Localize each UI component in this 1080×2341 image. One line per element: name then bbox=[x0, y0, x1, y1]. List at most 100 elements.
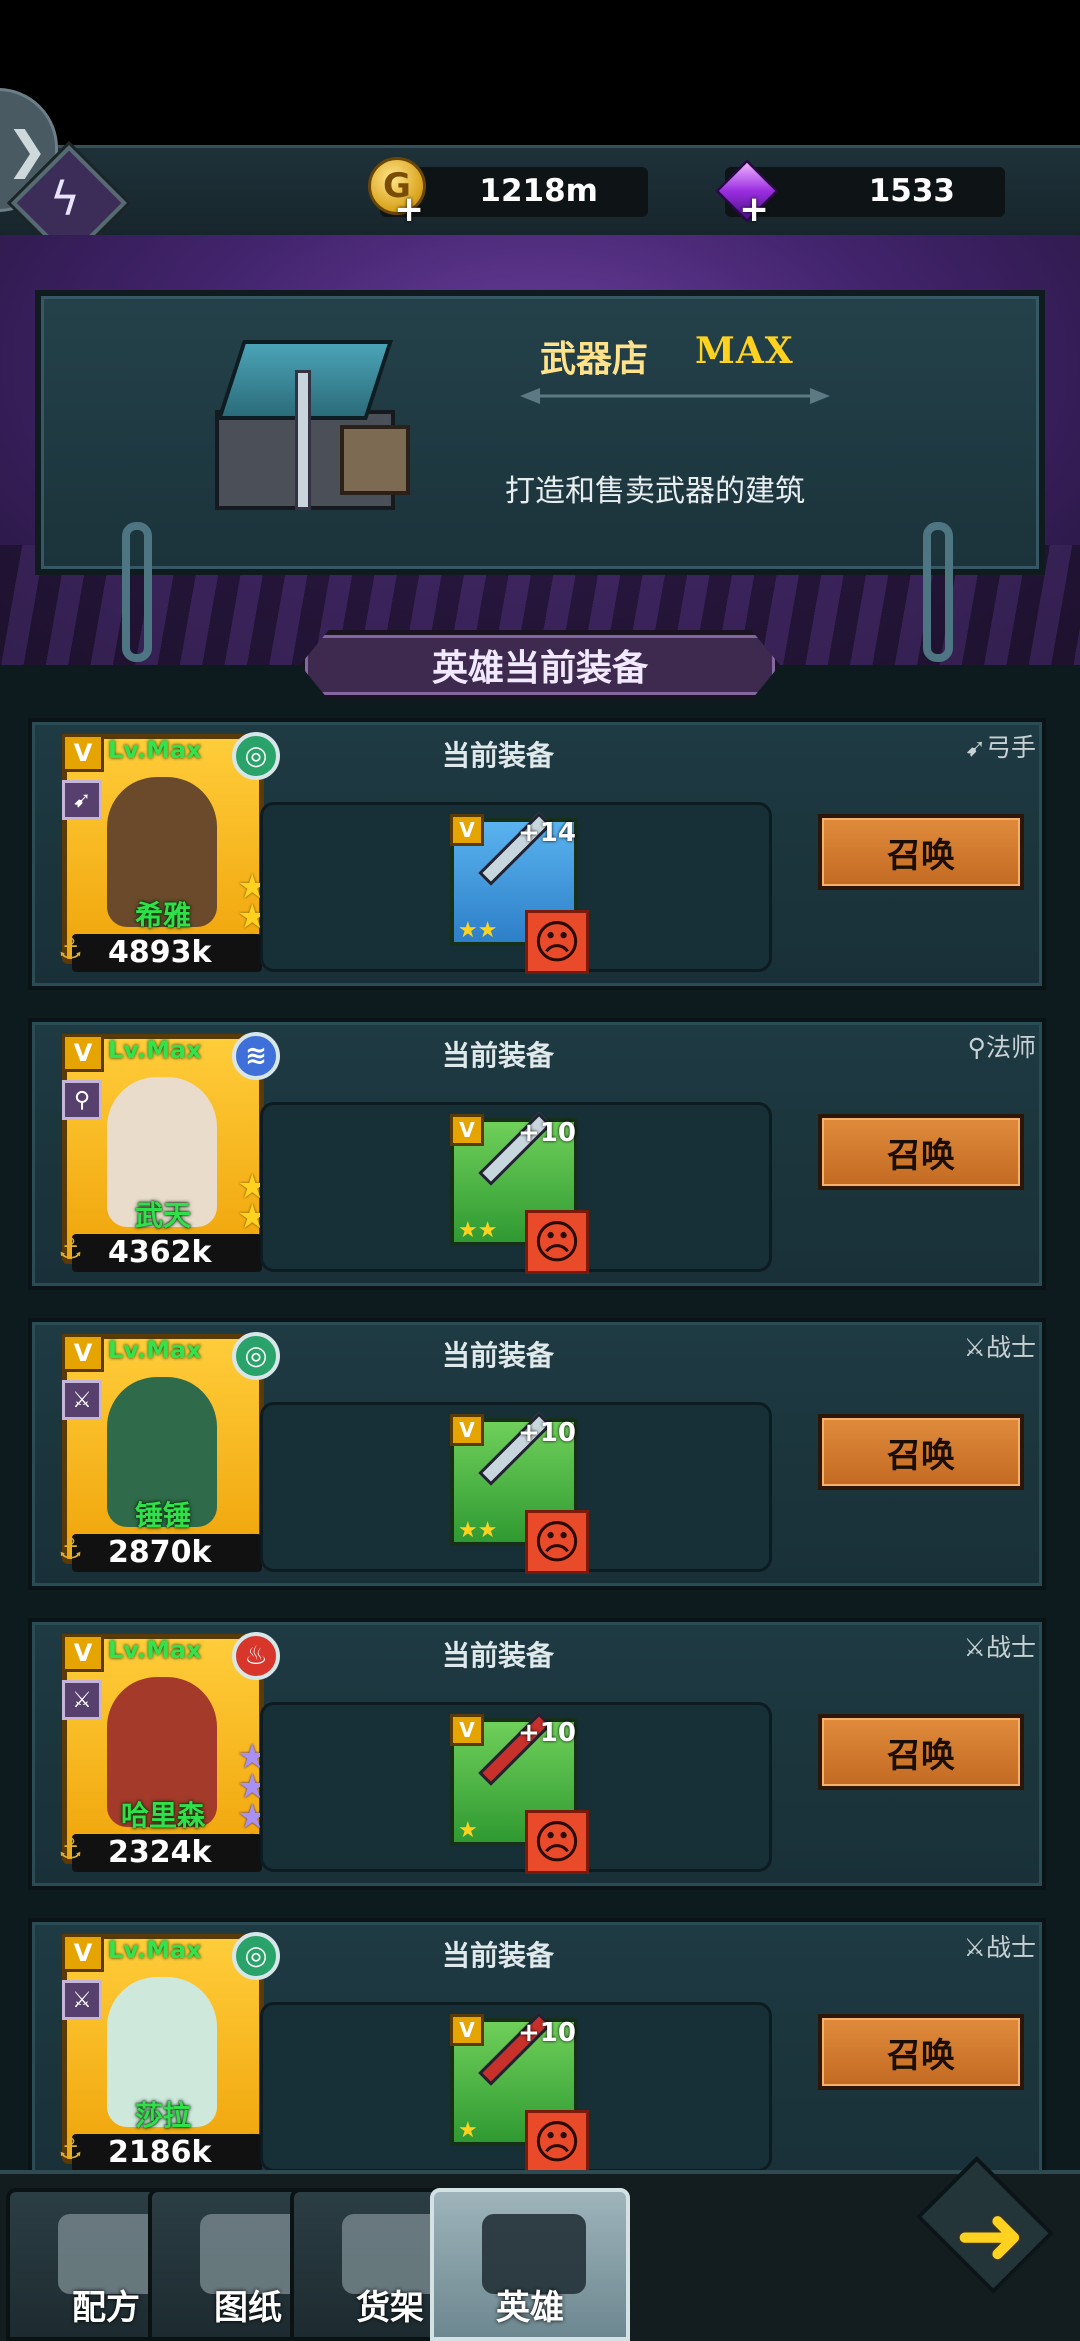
hero-name: 希雅 bbox=[134, 899, 191, 932]
section-title: 英雄当前装备 bbox=[431, 648, 648, 689]
hero-name: 锤锤 bbox=[134, 1499, 191, 1532]
hero-role: ⚔战士 bbox=[964, 1628, 1036, 1664]
hero-level: Lv.Max bbox=[108, 1936, 202, 1964]
shop-description: 打造和售卖武器的建筑 bbox=[505, 474, 805, 509]
hero-role: ⚔战士 bbox=[964, 1928, 1036, 1964]
chain-right bbox=[923, 522, 953, 662]
chevron-right-icon: ❯ bbox=[6, 121, 48, 179]
anchor-icon: ⚓ bbox=[58, 1532, 84, 1565]
role-label: 战士 bbox=[985, 1633, 1036, 1662]
section-header: 英雄当前装备 bbox=[300, 630, 780, 700]
anchor-icon: ⚓ bbox=[58, 1832, 84, 1865]
v-badge: V bbox=[62, 734, 104, 772]
summon-button[interactable]: 召唤 bbox=[818, 1714, 1024, 1790]
element-fire-icon: ♨ bbox=[232, 1632, 280, 1680]
weapon-enhance-level: +14 bbox=[518, 818, 576, 848]
v-badge: V bbox=[62, 1334, 104, 1372]
role-icon: ⚔ bbox=[963, 1633, 986, 1662]
sad-face-icon: ☹ bbox=[525, 1510, 589, 1574]
class-icon: ➹ bbox=[62, 780, 102, 820]
nav-tab-label: 英雄 bbox=[496, 2288, 564, 2328]
element-wind-icon: ◎ bbox=[232, 1932, 280, 1980]
hero-power: 2186k bbox=[72, 2134, 262, 2172]
role-icon: ➹ bbox=[965, 733, 986, 762]
role-label: 弓手 bbox=[985, 733, 1036, 762]
sad-face-icon: ☹ bbox=[525, 2110, 589, 2174]
anchor-icon: ⚓ bbox=[58, 2132, 84, 2165]
weapon-v-badge: V bbox=[450, 1414, 484, 1446]
summon-button[interactable]: 召唤 bbox=[818, 2014, 1024, 2090]
v-badge: V bbox=[62, 1034, 104, 1072]
role-label: 战士 bbox=[985, 1333, 1036, 1362]
class-icon: ⚲ bbox=[62, 1080, 102, 1120]
current-equipment-label: 当前装备 bbox=[442, 1039, 555, 1072]
anchor-icon: ⚓ bbox=[58, 1232, 84, 1265]
role-label: 战士 bbox=[985, 1933, 1036, 1962]
hero-power: 2324k bbox=[72, 1834, 262, 1872]
element-wind-icon: ◎ bbox=[232, 732, 280, 780]
weapon-shop-building-image bbox=[190, 330, 430, 540]
hero-name: 哈里森 bbox=[120, 1799, 205, 1832]
weapon-stars: ★★ bbox=[458, 918, 498, 943]
hero-card[interactable]: V Lv.Max ≋ ⚲ ★★★ 武天 4362k ⚓ 当前装备 ⚲法师 V +… bbox=[28, 1018, 1046, 1290]
hero-role: ⚔战士 bbox=[964, 1328, 1036, 1364]
current-equipment-label: 当前装备 bbox=[442, 1339, 555, 1372]
hero-role: ⚲法师 bbox=[968, 1028, 1036, 1064]
summon-button[interactable]: 召唤 bbox=[818, 1414, 1024, 1490]
class-icon: ⚔ bbox=[62, 1380, 102, 1420]
weapon-v-badge: V bbox=[450, 2014, 484, 2046]
summon-button[interactable]: 召唤 bbox=[818, 814, 1024, 890]
hero-card[interactable]: V Lv.Max ◎ ⚔ ★ 莎拉 2186k ⚓ 当前装备 ⚔战士 V +10… bbox=[28, 1918, 1046, 2190]
role-icon: ⚔ bbox=[963, 1933, 986, 1962]
role-icon: ⚲ bbox=[967, 1033, 986, 1062]
hero-name: 武天 bbox=[134, 1199, 191, 1232]
hero-level: Lv.Max bbox=[108, 736, 202, 764]
hero-card[interactable]: V Lv.Max ◎ ➹ ★★★ 希雅 4893k ⚓ 当前装备 ➹弓手 V +… bbox=[28, 718, 1046, 990]
title-ornament bbox=[520, 388, 830, 404]
chain-left bbox=[122, 522, 152, 662]
gem-counter[interactable]: + 1533 bbox=[715, 159, 1005, 230]
gold-counter[interactable]: G + 1218m bbox=[368, 157, 648, 230]
weapon-enhance-level: +10 bbox=[518, 1718, 576, 1748]
add-gem-icon[interactable]: + bbox=[739, 189, 769, 230]
sad-face-icon: ☹ bbox=[525, 1810, 589, 1874]
weapon-stars: ★ bbox=[458, 1818, 478, 1843]
weapon-enhance-level: +10 bbox=[518, 2018, 576, 2048]
weapon-stars: ★★ bbox=[458, 1518, 498, 1543]
role-icon: ⚔ bbox=[963, 1333, 986, 1362]
status-area bbox=[0, 0, 1080, 145]
shop-level-badge: MAX bbox=[695, 330, 794, 372]
element-wind-icon: ◎ bbox=[232, 1332, 280, 1380]
role-label: 法师 bbox=[985, 1033, 1036, 1062]
hero-name: 莎拉 bbox=[134, 2099, 191, 2132]
class-icon: ⚔ bbox=[62, 1980, 102, 2020]
arrow-right-icon: ➜ bbox=[955, 2186, 1026, 2284]
hero-level: Lv.Max bbox=[108, 1636, 202, 1664]
sad-face-icon: ☹ bbox=[525, 1210, 589, 1274]
weapon-stars: ★★ bbox=[458, 1218, 498, 1243]
weapon-enhance-level: +10 bbox=[518, 1118, 576, 1148]
weapon-v-badge: V bbox=[450, 1114, 484, 1146]
next-button[interactable]: ➜ bbox=[905, 2150, 1070, 2310]
weapon-stars: ★ bbox=[458, 2118, 478, 2143]
gem-amount: 1533 bbox=[868, 173, 955, 209]
hero-power: 4362k bbox=[72, 1234, 262, 1272]
weapon-enhance-level: +10 bbox=[518, 1418, 576, 1448]
add-gold-icon[interactable]: + bbox=[394, 189, 424, 230]
shop-title: 武器店 bbox=[540, 339, 649, 380]
hero-card[interactable]: V Lv.Max ◎ ⚔ ★ 锤锤 2870k ⚓ 当前装备 ⚔战士 V +10… bbox=[28, 1318, 1046, 1590]
current-equipment-label: 当前装备 bbox=[442, 1639, 555, 1672]
element-water-icon: ≋ bbox=[232, 1032, 280, 1080]
summon-button[interactable]: 召唤 bbox=[818, 1114, 1024, 1190]
nav-tab[interactable]: 英雄 bbox=[430, 2188, 630, 2341]
current-equipment-label: 当前装备 bbox=[442, 1939, 555, 1972]
weapon-v-badge: V bbox=[450, 814, 484, 846]
v-badge: V bbox=[62, 1934, 104, 1972]
hero-power: 2870k bbox=[72, 1534, 262, 1572]
hero-card[interactable]: V Lv.Max ♨ ⚔ ★★★★ 哈里森 2324k ⚓ 当前装备 ⚔战士 V… bbox=[28, 1618, 1046, 1890]
lightning-icon: ϟ bbox=[49, 171, 81, 226]
hero-level: Lv.Max bbox=[108, 1336, 202, 1364]
sad-face-icon: ☹ bbox=[525, 910, 589, 974]
class-icon: ⚔ bbox=[62, 1680, 102, 1720]
gold-amount: 1218m bbox=[479, 173, 598, 209]
